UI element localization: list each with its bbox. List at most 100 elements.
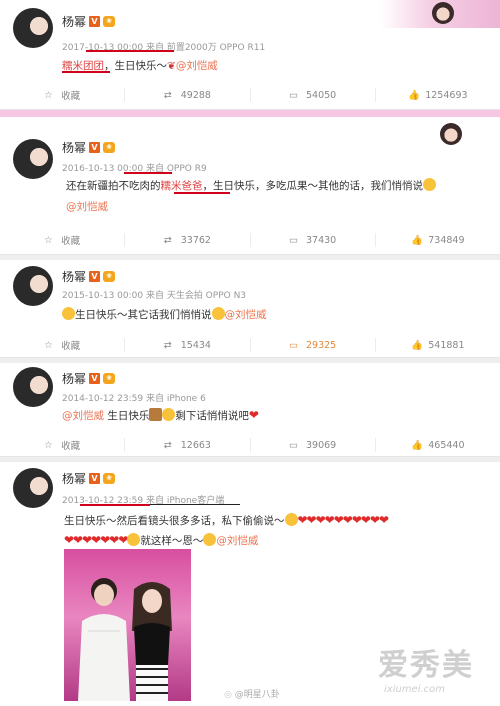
favorite-button[interactable]: ☆ 收藏 [0,233,126,247]
comment-icon: ▭ [289,90,298,101]
favorite-button[interactable]: ☆ 收藏 [0,338,126,352]
mention-link[interactable]: @刘恺威 [216,535,258,547]
author-row: 杨幂 V ❀ [62,470,116,487]
post-text: 还在新疆拍不吃肉的糯米爸爸，生日快乐，多吃瓜果～其他的话，我们悄悄说 [66,178,436,193]
vip-level-icon: ❀ [103,16,116,27]
laugh-emoji-icon [127,533,141,546]
repost-icon: ⇄ [163,90,172,101]
highlight-underline [86,50,174,52]
comment-button[interactable]: ▭ 39069 [251,438,376,452]
like-count: 541881 [428,339,465,351]
author-row: 杨幂 V ❀ [62,13,116,30]
author-row: 杨幂 V ❀ [62,370,116,387]
action-bar: ☆ 收藏 ⇄ 12663 ▭ 39069 👍 465440 [0,438,500,452]
post-text: 生日快乐～其它话我们悄悄说 @刘恺威 [62,307,267,322]
post-text-body: 生日快乐 [107,410,150,422]
avatar[interactable] [13,8,53,48]
repost-icon: ⇄ [163,340,172,351]
smile-emoji-icon [211,307,225,320]
site-watermark: 爱秀美 ixiumei.com [378,640,493,695]
avatar[interactable] [13,139,53,179]
author-name[interactable]: 杨幂 [62,139,86,156]
thumb-up-icon: 👍 [408,90,421,101]
repost-button[interactable]: ⇄ 49288 [125,88,251,102]
avatar[interactable] [13,266,53,306]
smile-emoji-icon [423,178,436,191]
comment-button[interactable]: ▭ 54050 [251,88,376,102]
verified-icon: V [89,373,101,384]
like-button[interactable]: 👍 734849 [376,233,500,247]
mention-link[interactable]: @刘恺威 [66,201,108,213]
comment-button[interactable]: ▭ 29325 [251,338,376,352]
repost-icon: ⇄ [163,440,172,451]
favorite-button[interactable]: ☆ 收藏 [0,438,126,452]
face-emoji-icon [162,408,176,421]
author-name[interactable]: 杨幂 [62,13,86,30]
heart-row-icon: ❤❤❤❤❤❤❤ [64,533,128,547]
heart-row-icon: ❤❤❤❤❤❤❤❤❤❤ [297,513,390,527]
verified-icon: V [89,142,101,153]
star-icon: ☆ [44,340,53,351]
post-text-body: ，生日快乐，多吃瓜果～其他的话，我们悄悄说 [202,180,424,192]
decoration-face-icon [440,123,462,145]
comment-count: 39069 [306,439,337,451]
like-button[interactable]: 👍 541881 [376,338,500,352]
like-button[interactable]: 👍 1254693 [376,88,500,102]
vip-level-icon: ❀ [103,142,116,153]
thumb-up-icon: 👍 [411,235,424,246]
weibo-post-2016: 杨幂 V ❀ 2016-10-13 00:00 来自 OPPO R9 还在新疆拍… [0,117,500,255]
like-count: 734849 [428,234,465,246]
smile-emoji-icon [203,533,217,546]
photo-figure-woman [132,582,172,701]
author-name[interactable]: 杨幂 [62,268,86,285]
comment-icon: ▭ [289,340,298,351]
highlight-underline [80,504,150,506]
author-name[interactable]: 杨幂 [62,470,86,487]
repost-button[interactable]: ⇄ 12663 [125,438,251,452]
repost-count: 12663 [180,439,211,451]
repost-count: 49288 [180,89,211,101]
smile-emoji-icon [284,513,298,526]
vip-level-icon: ❀ [103,271,116,282]
thumb-up-icon: 👍 [411,440,424,451]
author-row: 杨幂 V ❀ [62,268,116,285]
repost-button[interactable]: ⇄ 33762 [125,233,251,247]
comment-button[interactable]: ▭ 37430 [251,233,376,247]
mention-link[interactable]: @刘恺威 [225,309,267,321]
repost-button[interactable]: ⇄ 15434 [125,338,251,352]
comment-icon: ▭ [289,440,298,451]
heart-icon: ❤ [248,408,259,422]
comment-icon: ▭ [289,235,298,246]
comment-count: 37430 [306,234,337,246]
weibo-post-2017: 杨幂 V ❀ 2017-10-13 00:00 来自 前置2000万 OPPO … [0,0,500,110]
highlight-underline [150,504,240,505]
like-count: 465440 [428,439,465,451]
weibo-post-2014: 杨幂 V ❀ 2014-10-12 23:59 来自 iPhone 6 @刘恺威… [0,363,500,457]
mention-link[interactable]: @刘恺威 [62,410,104,422]
star-icon: ☆ [44,90,53,101]
highlight-underline [174,192,230,194]
favorite-label: 收藏 [61,91,81,102]
highlight-text: 糯米爸爸 [160,180,203,192]
post-mention: @刘恺威 [66,199,108,214]
attached-photo[interactable] [64,549,191,701]
happy-emoji-icon [62,307,75,320]
highlight-underline [62,71,110,73]
avatar[interactable] [13,468,53,508]
verified-icon: V [89,16,101,27]
action-bar: ☆ 收藏 ⇄ 33762 ▭ 37430 👍 734849 [0,233,500,247]
favorite-label: 收藏 [61,441,81,452]
post-text-body: 生日快乐～其它话我们悄悄说 [75,309,212,321]
weibo-post-2015: 杨幂 V ❀ 2015-10-13 00:00 来自 天生会拍 OPPO N3 … [0,260,500,358]
mention-link[interactable]: @刘恺威 [176,60,218,72]
favorite-button[interactable]: ☆ 收藏 [0,88,126,102]
action-bar: ☆ 收藏 ⇄ 49288 ▭ 54050 👍 1254693 [0,88,500,102]
decoration-face-icon [432,2,454,24]
like-button[interactable]: 👍 465440 [376,438,500,452]
repost-count: 15434 [180,339,211,351]
verified-icon: V [89,271,101,282]
avatar[interactable] [13,367,53,407]
author-name[interactable]: 杨幂 [62,370,86,387]
star-icon: ☆ [44,440,53,451]
post-text-body: 就这样～恩～ [140,535,204,547]
